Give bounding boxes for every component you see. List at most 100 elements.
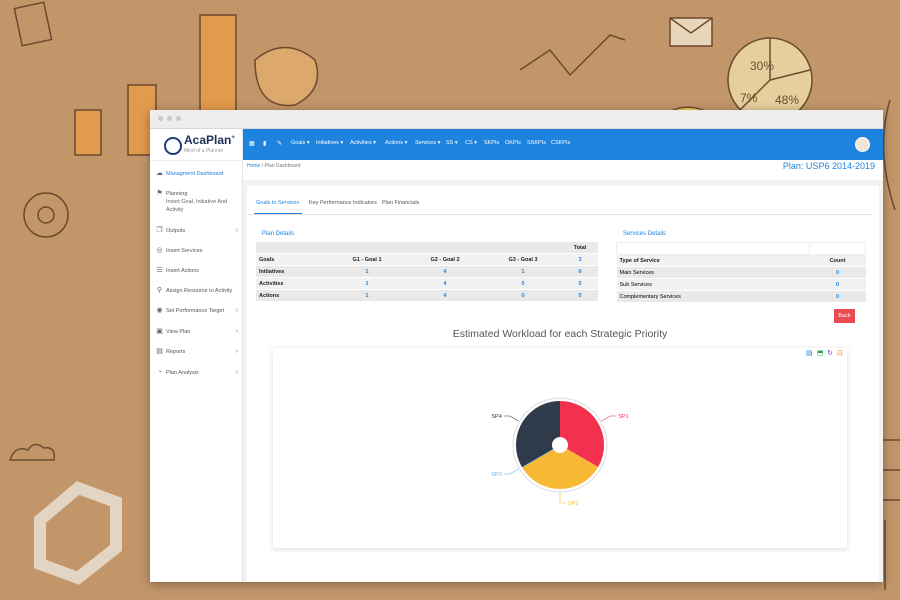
nav-okpis[interactable]: OKPIs	[505, 140, 521, 146]
chevron-right-icon: ›	[235, 328, 238, 335]
logo-name: AcaPlan+	[184, 133, 235, 147]
pie-label-leader	[503, 415, 519, 422]
user-avatar[interactable]	[855, 137, 870, 152]
tab-goals-to-services[interactable]: Goals to Services	[256, 200, 299, 206]
chevron-down-icon: ▾	[404, 140, 408, 146]
browser-window: AcaPlan+ Mind of a Planner ☁ Managment D…	[150, 110, 883, 582]
table-row: Total	[256, 242, 598, 254]
table-row	[616, 242, 866, 255]
app-logo[interactable]: AcaPlan+ Mind of a Planner	[150, 129, 242, 161]
breadcrumb-separator: /	[261, 163, 264, 169]
plan-details-table: Total Goals G1 - Goal 1 G2 - Goal 2 G3 -…	[256, 242, 598, 302]
sidebar: AcaPlan+ Mind of a Planner ☁ Managment D…	[150, 129, 243, 582]
active-tab-indicator	[254, 213, 302, 214]
chevron-right-icon: ›	[235, 227, 238, 234]
window-titlebar	[150, 110, 883, 129]
table-cell-link[interactable]: 3	[562, 253, 598, 266]
table-cell-link[interactable]: 6	[562, 265, 598, 278]
table-cell-link[interactable]: 5	[562, 289, 598, 302]
nav-skpis[interactable]: SKPIs	[484, 140, 499, 146]
nav-cskpis[interactable]: CSKPIs	[551, 140, 570, 146]
window-dot	[158, 116, 163, 121]
pie-slice-label: SP1	[618, 414, 628, 420]
table-cell-link[interactable]: 0	[809, 266, 866, 279]
chevron-right-icon: ›	[235, 307, 238, 314]
tab-plan-financials[interactable]: Plan Financials	[382, 200, 419, 206]
table-header-cell: Count	[809, 254, 866, 267]
sidebar-item-sublabel: Insert Goal, Initiative And Activity	[166, 199, 228, 213]
table-cell-link[interactable]: 5	[562, 277, 598, 290]
table-cell-link[interactable]: 1	[328, 265, 406, 278]
nav-activities[interactable]: Activities ▾	[350, 140, 376, 146]
window-dot	[167, 116, 172, 121]
breadcrumb-current: Plan Dashboard	[264, 163, 301, 169]
table-row: Goals G1 - Goal 1 G2 - Goal 2 G3 - Goal …	[256, 253, 598, 266]
row-label: Sub Services	[616, 278, 810, 291]
table-row: Complementary Services 0	[616, 290, 866, 303]
chevron-right-icon: ›	[235, 369, 238, 376]
plan-title: Plan: USP6 2014-2019	[782, 161, 875, 171]
table-cell-link[interactable]: 0	[484, 289, 562, 302]
table-cell-link[interactable]: 0	[484, 277, 562, 290]
search-icon: ⚲	[156, 287, 163, 294]
table-cell-link[interactable]: 4	[406, 265, 484, 278]
pie-slice-label: SP3	[491, 472, 501, 478]
chart-title: Estimated Workload for each Strategic Pr…	[452, 328, 668, 340]
table-row: Activities 1 4 0 5	[256, 277, 598, 290]
nav-services[interactable]: Services ▾	[415, 140, 440, 146]
nav-goals[interactable]: Goals ▾	[291, 140, 310, 146]
chevron-down-icon: ▾	[373, 140, 376, 146]
row-label: Main Services	[616, 266, 810, 279]
table-cell-link[interactable]: 1	[328, 289, 406, 302]
pie-chart-icon: ◔	[157, 369, 162, 376]
table-row: Sub Services 0	[616, 278, 866, 291]
tab-key-performance-indicators[interactable]: Key Performance Indicators	[309, 200, 377, 206]
workload-pie-chart: SP1 SP2 SP3 SP4	[491, 397, 629, 507]
bookmark-icon[interactable]: ▮	[263, 140, 266, 147]
pie-slice-label: SP4	[491, 414, 501, 420]
pie-label-leader	[503, 468, 519, 475]
row-label: Complementary Services	[616, 290, 810, 303]
copy-icon: ❐	[156, 227, 163, 234]
pie-slice-label: SP2	[568, 501, 578, 507]
pin-icon[interactable]: ✎	[277, 140, 282, 147]
table-cell-link[interactable]: 0	[809, 278, 866, 291]
services-details-table: Type of Service Count Main Services 0 Su…	[616, 242, 866, 303]
flag-icon: ⚑	[156, 190, 163, 197]
table-cell-link[interactable]: 4	[406, 289, 484, 302]
row-label: Activities	[256, 277, 328, 290]
chevron-down-icon: ▾	[340, 140, 344, 146]
pie-label-leader	[601, 415, 617, 422]
chevron-right-icon: ›	[235, 348, 238, 355]
chevron-down-icon: ▾	[454, 140, 458, 146]
tab-divider	[248, 214, 872, 215]
nav-initiatives[interactable]: Initiatives ▾	[316, 140, 343, 146]
nav-sskpis[interactable]: SSKPIs	[527, 140, 546, 146]
target-icon: ◉	[156, 307, 163, 314]
table-row: Actions 1 4 0 5	[256, 289, 598, 302]
table-cell-link[interactable]: 4	[406, 277, 484, 290]
back-button[interactable]: Back	[834, 309, 855, 323]
breadcrumb: Home / Plan Dashboard	[247, 163, 300, 169]
table-header-cell: Type of Service	[616, 254, 810, 267]
grid-icon[interactable]: ▦	[249, 140, 255, 147]
logo-icon	[164, 137, 182, 155]
table-row: Type of Service Count	[616, 254, 866, 267]
table-cell-link[interactable]: 1	[484, 265, 562, 278]
services-details-title: Services Details	[623, 231, 667, 237]
services-icon: ◎	[156, 247, 163, 254]
table-cell-link[interactable]: 0	[809, 290, 866, 303]
pie-label-leader	[559, 493, 566, 504]
svg-text:48%: 48%	[775, 93, 799, 107]
report-icon: ▤	[156, 348, 163, 355]
top-navbar: ▦ ▮ ✎ Goals ▾ Initiatives ▾ Activities ▾…	[243, 129, 883, 160]
nav-ss[interactable]: SS ▾	[446, 140, 458, 146]
total-header: Total	[562, 242, 598, 254]
breadcrumb-home[interactable]: Home	[247, 163, 260, 169]
table-row: Main Services 0	[616, 266, 866, 279]
nav-actions[interactable]: Actions ▾	[385, 140, 407, 146]
nav-cs[interactable]: CS ▾	[465, 140, 477, 146]
table-header-cell: Goals	[256, 253, 328, 266]
svg-text:7%: 7%	[740, 91, 758, 105]
table-cell-link[interactable]: 1	[328, 277, 406, 290]
